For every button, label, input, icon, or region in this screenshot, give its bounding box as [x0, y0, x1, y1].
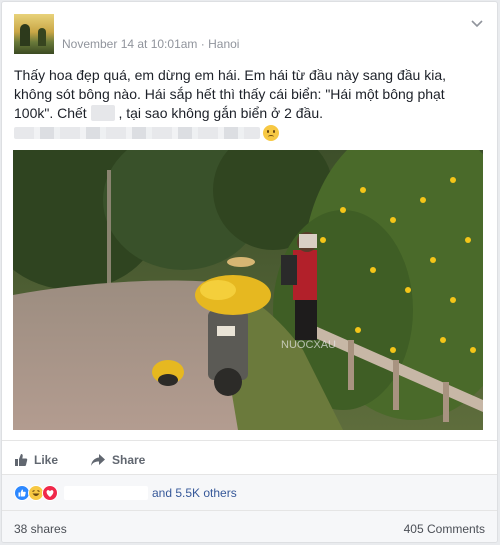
like-label: Like — [34, 453, 59, 467]
photo-watermark: NUOCXAU — [281, 339, 336, 351]
post-text-part2: , tại sao không gắn biển ở 2 đầu. — [118, 105, 324, 121]
post-timestamp[interactable]: November 14 at 10:01am — [62, 37, 197, 51]
redacted-word — [90, 105, 115, 121]
photo-scene: NUOCXAU — [13, 150, 483, 430]
chevron-down-icon[interactable] — [470, 16, 484, 30]
share-label: Share — [112, 453, 146, 467]
share-button[interactable]: Share — [90, 450, 145, 470]
redacted-names — [64, 486, 148, 500]
confused-emoji-icon — [263, 125, 279, 141]
shares-count[interactable]: 38 shares — [14, 522, 67, 536]
meta-separator: · — [200, 37, 205, 51]
like-button[interactable]: Like — [14, 450, 58, 470]
thumbs-up-icon — [15, 454, 28, 466]
share-arrow-icon — [91, 454, 105, 466]
post-card: November 14 at 10:01am · Hanoi Thấy hoa … — [1, 1, 498, 543]
post-counts: 38 shares 405 Comments — [2, 510, 497, 542]
post-meta: November 14 at 10:01am · Hanoi — [62, 37, 239, 51]
reaction-icons — [14, 485, 58, 501]
avatar[interactable] — [14, 14, 54, 54]
post-photo[interactable]: NUOCXAU — [13, 150, 483, 430]
post-location[interactable]: Hanoi — [208, 37, 239, 51]
redacted-text — [14, 127, 260, 139]
redacted-line — [14, 123, 484, 143]
reactions-summary[interactable]: and 5.5K others — [2, 474, 497, 510]
reactions-others-link[interactable]: and 5.5K others — [152, 486, 237, 500]
love-reaction-icon — [42, 485, 58, 501]
post-header: November 14 at 10:01am · Hanoi — [14, 14, 484, 54]
avatar-tree — [38, 28, 46, 46]
post-text: Thấy hoa đẹp quá, em dừng em hái. Em hái… — [14, 66, 484, 143]
post-actions-bar: Like Share — [2, 440, 497, 476]
avatar-tree — [20, 24, 30, 46]
comments-count[interactable]: 405 Comments — [404, 522, 485, 536]
